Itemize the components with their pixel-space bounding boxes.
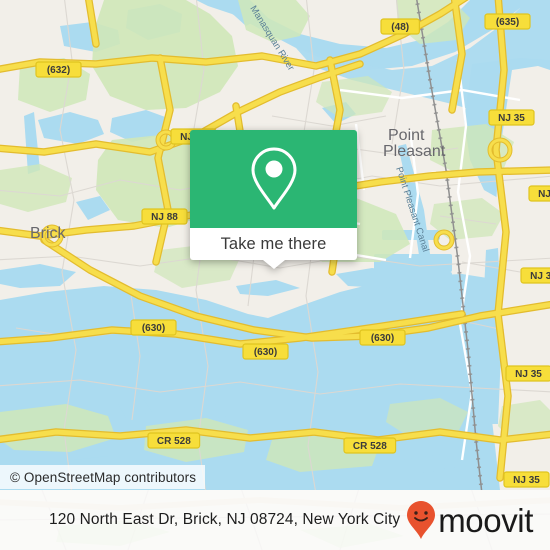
attribution-text: © OpenStreetMap contributors <box>10 469 197 485</box>
road-shield: CR 528 <box>147 432 201 449</box>
road-shield-label: NJ 88 <box>151 212 178 223</box>
moovit-map-screenshot: Manasquan River Point Pleasant Canal Bric… <box>0 0 550 550</box>
road-shield-label: (630) <box>254 347 277 358</box>
road-shield: (630) <box>242 343 289 360</box>
road-shield: (48) <box>380 18 421 35</box>
footer-bar: 120 North East Dr, Brick, NJ 08724, New … <box>0 490 550 550</box>
place-label: Point <box>388 127 425 144</box>
callout-header <box>190 130 357 228</box>
road-shield: NJ 88 <box>141 208 188 225</box>
road-shield-label: (630) <box>371 333 394 344</box>
callout-pointer <box>262 260 285 269</box>
take-me-there-callout[interactable]: Take me there <box>190 130 357 269</box>
road-shield-label: NJ 35 <box>515 369 542 380</box>
openstreetmap-attribution[interactable]: © OpenStreetMap contributors <box>0 465 206 489</box>
road-shield: NJ 35 <box>503 471 550 488</box>
moovit-logo[interactable]: moovit <box>406 500 533 540</box>
road-shield-label: (48) <box>391 22 409 33</box>
moovit-smiley-pin-icon <box>407 501 436 539</box>
road-shield-label: CR 528 <box>353 441 387 452</box>
location-pin-icon <box>251 147 296 210</box>
road-shield: NJ 35 <box>488 109 535 126</box>
road-shield: NJ 35 <box>528 185 550 202</box>
road-shield: NJ 35 <box>520 267 550 284</box>
take-me-there-label: Take me there <box>220 234 327 253</box>
road-shield: CR 528 <box>343 437 397 454</box>
road-shield-label: NJ 35 <box>513 475 540 486</box>
road-shield: (630) <box>359 329 406 346</box>
road-shield-label: (635) <box>496 17 519 28</box>
address-text: 120 North East Dr, Brick, NJ 08724, New … <box>49 511 401 528</box>
place-label: Brick <box>30 225 67 242</box>
road-shield-label: (632) <box>47 65 70 76</box>
road-shield-label: CR 528 <box>157 436 191 447</box>
road-shield: (632) <box>35 61 82 78</box>
road-shield-label: NJ 35 <box>538 189 550 200</box>
moovit-wordmark: moovit <box>438 501 533 539</box>
road-shield-label: NJ 35 <box>498 113 525 124</box>
road-shield: (635) <box>484 13 531 30</box>
road-shield: (630) <box>130 319 177 336</box>
road-shield-label: NJ 35 <box>530 271 550 282</box>
road-shield-label: (630) <box>142 323 165 334</box>
take-me-there-button[interactable]: Take me there <box>190 228 357 269</box>
place-label: Pleasant <box>383 143 446 160</box>
road-shield: NJ 35 <box>505 365 550 382</box>
